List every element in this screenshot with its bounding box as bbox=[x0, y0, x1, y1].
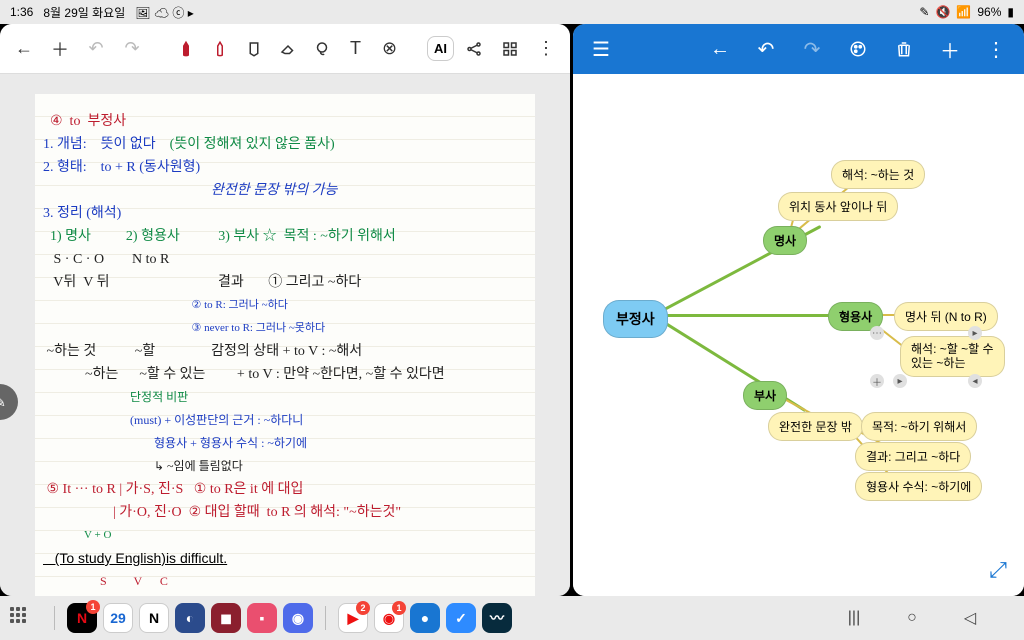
status-bar: 1:36 8월 29일 화요일 🖼 ☁ ⓒ ▸ ✎ 🔇 📶 96% ▮ bbox=[0, 0, 1024, 24]
back-button[interactable]: ← bbox=[8, 31, 40, 67]
note-line: 1. 개념: 뜻이 없다 (뜻이 정해져 있지 않은 품사) bbox=[43, 133, 527, 156]
note-line: ↳ ~임에 틀림없다 bbox=[43, 455, 527, 478]
mm-leaf[interactable]: 해석: ~하는 것 bbox=[831, 160, 925, 189]
delete-icon[interactable] bbox=[886, 31, 922, 67]
mm-add-icon[interactable]: ＋ bbox=[932, 31, 968, 67]
mindmap-canvas[interactable]: 부정사 명사 형용사 부사 해석: ~하는 것 위치 동사 앞이나 뒤 명사 뒤… bbox=[573, 74, 1024, 596]
note-line: 형용사 + 형용사 수식 : ~하기에 bbox=[43, 432, 527, 455]
note-line: (must) + 이성판단의 근거 : ~하다니 bbox=[43, 409, 527, 432]
highlighter-icon[interactable] bbox=[238, 31, 270, 67]
mindmap-toolbar: ☰ ← ↶ ↷ ＋ ⋮ bbox=[573, 24, 1024, 74]
note-line: ~하는 ~할 수 있는 + to V : 만약 ~한다면, ~할 수 있다면 bbox=[43, 363, 527, 386]
note-line: ~하는 것 ~할 감정의 상태 + to V : ~해서 bbox=[43, 340, 527, 363]
dock-divider bbox=[54, 606, 55, 630]
mm-leaf[interactable]: 형용사 수식: ~하기에 bbox=[855, 472, 982, 501]
more-icon[interactable]: ⋮ bbox=[530, 31, 562, 67]
clear-icon[interactable]: ⊗ bbox=[374, 31, 406, 67]
dock-app-youtube[interactable]: ▶2 bbox=[338, 603, 368, 633]
mm-leaf[interactable]: 명사 뒤 (N to R) bbox=[894, 302, 998, 331]
node-handle[interactable]: ◂ bbox=[968, 374, 982, 388]
status-app-icons: 🖼 ☁ ⓒ ▸ bbox=[135, 4, 194, 21]
mm-undo-icon[interactable]: ↶ bbox=[748, 31, 784, 67]
note-line: V뒤 V 뒤 결과 ① 그리고 ~하다 bbox=[43, 271, 527, 294]
mm-leaf[interactable]: 결과: 그리고 ~하다 bbox=[855, 442, 971, 471]
dock-bar: N1 29 N ◐ ◼ ▪ ◉ ▶2 ◉1 ● ✓ 〰 ||| ○ ◁ bbox=[0, 596, 1024, 640]
resize-handle[interactable]: ⤢ bbox=[984, 556, 1012, 584]
status-date: 8월 29일 화요일 bbox=[43, 4, 125, 21]
pen-outline-icon[interactable] bbox=[204, 31, 236, 67]
note-line: S V C bbox=[43, 570, 527, 593]
dock-app-check[interactable]: ✓ bbox=[446, 603, 476, 633]
mm-leaf[interactable]: 해석: ~할 ~할 수 있는 ~하는 bbox=[900, 336, 1005, 377]
undo-button[interactable]: ↶ bbox=[80, 31, 112, 67]
menu-icon[interactable]: ☰ bbox=[583, 31, 619, 67]
node-handle[interactable]: ＋ bbox=[870, 374, 884, 388]
mm-root-node[interactable]: 부정사 bbox=[603, 300, 668, 338]
share-icon[interactable] bbox=[458, 31, 490, 67]
pen-icon: ✎ bbox=[919, 5, 929, 19]
note-line: 완전한 문장 밖의 가능 bbox=[43, 179, 527, 202]
note-line: S · C · O N to R bbox=[43, 248, 527, 271]
node-handle[interactable]: ⋯ bbox=[870, 326, 884, 340]
note-line: 1) 명사 2) 형용사 3) 부사 ☆ 목적 : ~하기 위해서 bbox=[43, 225, 527, 248]
nav-recent[interactable]: ||| bbox=[840, 604, 868, 632]
note-line: ↓ ~ 이다 + 어려운 bbox=[43, 593, 527, 596]
edit-fab[interactable]: ✎ bbox=[0, 384, 18, 420]
text-tool-icon[interactable]: T bbox=[340, 31, 372, 67]
mute-icon: 🔇 bbox=[935, 5, 950, 19]
battery-pct: 96% bbox=[977, 5, 1001, 19]
app-drawer-icon[interactable] bbox=[10, 607, 32, 629]
lasso-icon[interactable] bbox=[306, 31, 338, 67]
note-canvas[interactable]: ✎ ④ to 부정사 1. 개념: 뜻이 없다 (뜻이 정해져 있지 않은 품사… bbox=[0, 74, 570, 596]
mm-leaf[interactable]: 위치 동사 앞이나 뒤 bbox=[778, 192, 898, 221]
nav-back[interactable]: ◁ bbox=[956, 604, 984, 632]
mm-back-icon[interactable]: ← bbox=[702, 31, 738, 67]
pen-solid-icon[interactable] bbox=[170, 31, 202, 67]
mm-branch-noun[interactable]: 명사 bbox=[763, 226, 807, 255]
status-time: 1:36 bbox=[10, 5, 33, 19]
dock-app-yt2[interactable]: ◉1 bbox=[374, 603, 404, 633]
apps-icon[interactable] bbox=[494, 31, 526, 67]
note-line: | 가·O, 진·O ② 대입 할때 to R 의 해석: "~하는것" bbox=[43, 501, 527, 524]
note-line: ⑤ It ··· to R | 가·S, 진·S ① to R은 it 에 대입 bbox=[43, 478, 527, 501]
dock-app-circle[interactable]: ◉ bbox=[283, 603, 313, 633]
nav-home[interactable]: ○ bbox=[898, 604, 926, 632]
dock-app-netflix[interactable]: N1 bbox=[67, 603, 97, 633]
dock-app-photoshop[interactable]: ◐ bbox=[175, 603, 205, 633]
note-line: 3. 정리 (해석) bbox=[43, 202, 527, 225]
mindmap-app-panel: ☰ ← ↶ ↷ ＋ ⋮ bbox=[573, 24, 1024, 596]
mm-leaf[interactable]: 목적: ~하기 위해서 bbox=[861, 412, 977, 441]
note-line: ④ to 부정사 bbox=[43, 110, 527, 133]
note-line: ③ never to R: 그러나 ~못하다 bbox=[43, 317, 527, 340]
eraser-icon[interactable] bbox=[272, 31, 304, 67]
dock-divider bbox=[325, 606, 326, 630]
add-button[interactable]: ＋ bbox=[44, 31, 76, 67]
mm-more-icon[interactable]: ⋮ bbox=[978, 31, 1014, 67]
dock-app-book[interactable]: ◼ bbox=[211, 603, 241, 633]
mm-leaf[interactable]: 완전한 문장 밖 bbox=[768, 412, 863, 441]
battery-icon: ▮ bbox=[1007, 5, 1014, 19]
dock-app-wave[interactable]: 〰 bbox=[482, 603, 512, 633]
wifi-icon: 📶 bbox=[956, 5, 971, 19]
note-line: ② to R: 그러나 ~하다 bbox=[43, 294, 527, 317]
ai-button[interactable]: AI bbox=[434, 41, 447, 56]
note-app-panel: ← ＋ ↶ ↷ T bbox=[0, 24, 570, 596]
dock-app-mindmap[interactable]: ● bbox=[410, 603, 440, 633]
note-line: 2. 형태: to + R (동사원형) bbox=[43, 156, 527, 179]
note-toolbar: ← ＋ ↶ ↷ T bbox=[0, 24, 570, 74]
dock-app-notion[interactable]: N bbox=[139, 603, 169, 633]
note-line: 단정적 비판 bbox=[43, 386, 527, 409]
redo-button[interactable]: ↷ bbox=[116, 31, 148, 67]
dock-app-calendar[interactable]: 29 bbox=[103, 603, 133, 633]
note-line: V + O bbox=[43, 524, 527, 547]
node-handle[interactable]: ▸ bbox=[893, 374, 907, 388]
mm-redo-icon[interactable]: ↷ bbox=[794, 31, 830, 67]
dock-app-note[interactable]: ▪ bbox=[247, 603, 277, 633]
mm-branch-adv[interactable]: 부사 bbox=[743, 381, 787, 410]
palette-icon[interactable] bbox=[840, 31, 876, 67]
note-line: (To study English)is difficult. bbox=[43, 547, 527, 570]
node-handle[interactable]: ▸ bbox=[968, 326, 982, 340]
